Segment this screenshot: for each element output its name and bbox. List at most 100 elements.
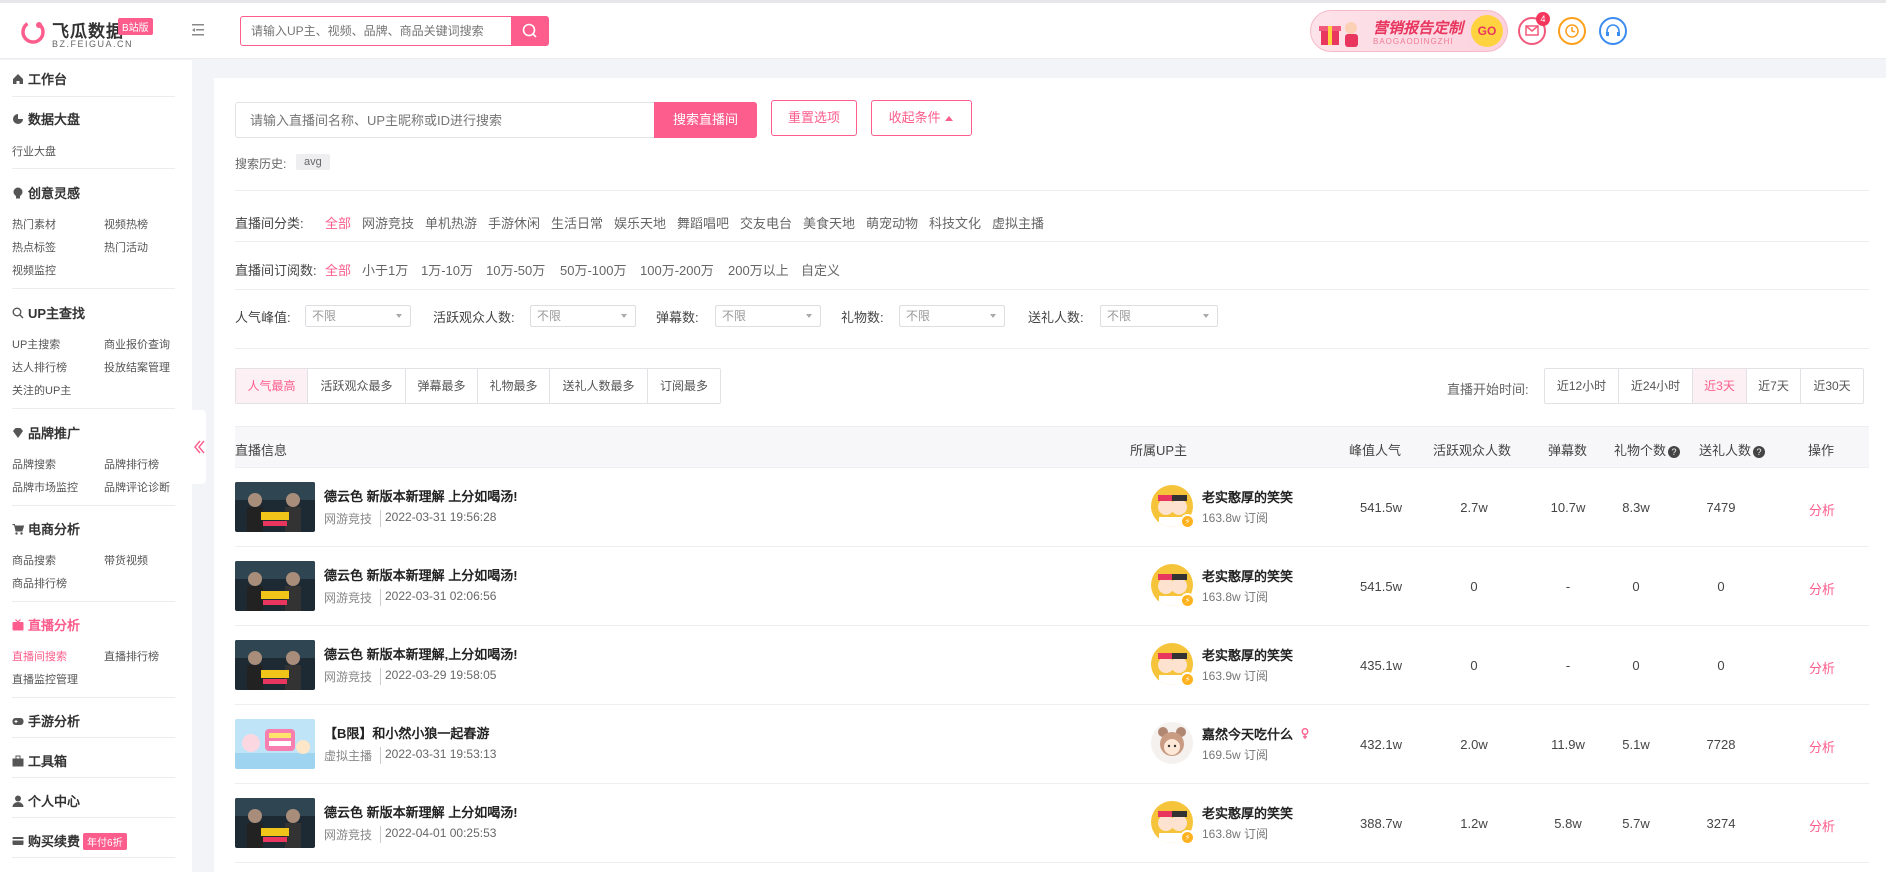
logo[interactable]: 飞瓜数据 B站版 BZ.FEIGUA.CN (16, 15, 156, 51)
sort-tab-gifters[interactable]: 送礼人数最多 (550, 369, 648, 403)
search-live-button[interactable]: 搜索直播间 (654, 102, 757, 138)
sidebar-subitem-brand-monitor[interactable]: 品牌市场监控 (12, 479, 78, 495)
category-option[interactable]: 生活日常 (551, 213, 603, 232)
sidebar-item-up-search[interactable]: UP主查找 (12, 303, 85, 322)
table-row[interactable]: 德云色 新版本新理解 上分如喝汤! 网游竞技 2022-03-31 02:06:… (235, 547, 1869, 626)
category-option[interactable]: 美食天地 (803, 213, 855, 232)
time-tab-30d[interactable]: 近30天 (1801, 369, 1863, 403)
subs-option[interactable]: 200万以上 (728, 260, 789, 279)
sidebar-subitem-brand-search[interactable]: 品牌搜索 (12, 456, 56, 472)
avatar[interactable] (1151, 722, 1193, 764)
banner-go-button[interactable]: GO (1471, 15, 1503, 47)
sidebar-subitem-product-search[interactable]: 商品搜索 (12, 552, 56, 568)
stream-title[interactable]: 【B限】和小然小狼一起春游 (324, 723, 489, 742)
analyze-link[interactable]: 分析 (1809, 816, 1835, 835)
sidebar-item-brand[interactable]: 品牌推广 (12, 423, 80, 442)
subs-option[interactable]: 10万-50万 (486, 260, 545, 279)
up-name[interactable]: 嘉然今天吃什么 (1202, 724, 1309, 743)
sidebar-subitem-price-query[interactable]: 商业报价查询 (104, 336, 170, 352)
table-row[interactable]: 德云色 新版本新理解 上分如喝汤! 网游竞技 2022-03-31 19:56:… (235, 468, 1869, 547)
time-tab-24h[interactable]: 近24小时 (1619, 369, 1693, 403)
column-header[interactable]: 送礼人数? (1699, 440, 1766, 459)
stream-title[interactable]: 德云色 新版本新理解,上分如喝汤! (324, 644, 518, 663)
sidebar-item-workbench[interactable]: 工作台 (12, 69, 67, 88)
category-option[interactable]: 虚拟主播 (992, 213, 1044, 232)
reset-button[interactable]: 重置选项 (771, 100, 857, 136)
category-option[interactable]: 萌宠动物 (866, 213, 918, 232)
analyze-link[interactable]: 分析 (1809, 579, 1835, 598)
up-name[interactable]: 老实憨厚的笑笑 (1202, 487, 1293, 506)
gifts-select[interactable]: 不限 (899, 305, 1005, 327)
sidebar-item-data-dashboard[interactable]: 数据大盘 (12, 109, 80, 128)
sidebar-subitem-campaign-manage[interactable]: 投放结案管理 (104, 359, 170, 375)
stream-title[interactable]: 德云色 新版本新理解 上分如喝汤! (324, 565, 518, 584)
sidebar-subitem-live-rank[interactable]: 直播排行榜 (104, 648, 159, 664)
history-button[interactable] (1558, 17, 1586, 45)
global-search-input[interactable] (240, 16, 512, 46)
sidebar-subitem-brand-rank[interactable]: 品牌排行榜 (104, 456, 159, 472)
danmaku-select[interactable]: 不限 (715, 305, 821, 327)
subs-option[interactable]: 50万-100万 (560, 260, 626, 279)
sidebar-subitem-hot-events[interactable]: 热门活动 (104, 239, 148, 255)
marketing-report-banner[interactable]: 营销报告定制 BAOGAODINGZHI GO (1310, 10, 1508, 52)
table-row[interactable]: 【B限】和小然小狼一起春游 虚拟主播 2022-03-31 19:53:13 嘉… (235, 705, 1869, 784)
column-header[interactable]: 礼物个数? (1614, 440, 1681, 459)
category-option[interactable]: 全部 (325, 213, 351, 232)
column-header[interactable]: 弹幕数 (1548, 440, 1587, 459)
sort-tab-popularity[interactable]: 人气最高 (236, 369, 308, 403)
sidebar-subitem-sales-video[interactable]: 带货视频 (104, 552, 148, 568)
history-chip[interactable]: avg (296, 154, 330, 170)
category-option[interactable]: 科技文化 (929, 213, 981, 232)
sidebar-item-toolbox[interactable]: 工具箱 (12, 751, 67, 770)
stream-thumbnail[interactable] (235, 640, 315, 690)
sort-tab-subs[interactable]: 订阅最多 (648, 369, 720, 403)
stream-thumbnail[interactable] (235, 482, 315, 532)
sidebar-subitem-industry-dashboard[interactable]: 行业大盘 (12, 143, 56, 159)
stream-thumbnail[interactable] (235, 798, 315, 848)
sort-tab-gifts[interactable]: 礼物最多 (478, 369, 550, 403)
up-name[interactable]: 老实憨厚的笑笑 (1202, 803, 1293, 822)
analyze-link[interactable]: 分析 (1809, 658, 1835, 677)
sidebar-subitem-talent-rank[interactable]: 达人排行榜 (12, 359, 67, 375)
subs-option[interactable]: 1万-10万 (421, 260, 473, 279)
sidebar-subitem-brand-comment[interactable]: 品牌评论诊断 (104, 479, 170, 495)
category-option[interactable]: 娱乐天地 (614, 213, 666, 232)
subs-option[interactable]: 小于1万 (362, 260, 408, 279)
table-row[interactable]: 德云色 新版本新理解 上分如喝汤! 网游竞技 2022-04-01 00:25:… (235, 784, 1869, 863)
live-search-input[interactable] (235, 102, 655, 138)
time-tab-12h[interactable]: 近12小时 (1545, 369, 1619, 403)
stream-title[interactable]: 德云色 新版本新理解 上分如喝汤! (324, 486, 518, 505)
sidebar-item-purchase[interactable]: 购买续费 年付6折 (12, 831, 127, 850)
category-option[interactable]: 舞蹈唱吧 (677, 213, 729, 232)
help-icon[interactable]: ? (1668, 446, 1681, 458)
sidebar-item-mobile-game[interactable]: 手游分析 (12, 711, 80, 730)
gifters-select[interactable]: 不限 (1100, 305, 1218, 327)
time-tab-7d[interactable]: 近7天 (1747, 369, 1801, 403)
sidebar-item-ecommerce[interactable]: 电商分析 (12, 519, 80, 538)
column-header[interactable]: 活跃观众人数 (1433, 440, 1511, 459)
collapse-filters-button[interactable]: 收起条件 (871, 100, 972, 136)
sidebar-subitem-video-hot[interactable]: 视频热榜 (104, 216, 148, 232)
subs-option[interactable]: 100万-200万 (640, 260, 714, 279)
sidebar-subitem-followed-up[interactable]: 关注的UP主 (12, 382, 71, 398)
sidebar-subitem-product-rank[interactable]: 商品排行榜 (12, 575, 67, 591)
global-search-button[interactable] (511, 16, 549, 46)
peak-popularity-select[interactable]: 不限 (305, 305, 411, 327)
category-option[interactable]: 手游休闲 (488, 213, 540, 232)
table-row[interactable]: 德云色 新版本新理解,上分如喝汤! 网游竞技 2022-03-29 19:58:… (235, 626, 1869, 705)
category-option[interactable]: 交友电台 (740, 213, 792, 232)
stream-thumbnail[interactable] (235, 719, 315, 769)
analyze-link[interactable]: 分析 (1809, 737, 1835, 756)
category-option[interactable]: 网游竞技 (362, 213, 414, 232)
stream-thumbnail[interactable] (235, 561, 315, 611)
sidebar-subitem-hot-tags[interactable]: 热点标签 (12, 239, 56, 255)
analyze-link[interactable]: 分析 (1809, 500, 1835, 519)
subs-option[interactable]: 全部 (325, 260, 351, 279)
sidebar-item-personal[interactable]: 个人中心 (12, 791, 80, 810)
time-tab-3d[interactable]: 近3天 (1693, 369, 1747, 403)
menu-collapse-icon[interactable] (192, 23, 208, 37)
sidebar-item-live[interactable]: 直播分析 (12, 615, 80, 634)
category-option[interactable]: 单机热游 (425, 213, 477, 232)
sidebar-subitem-live-monitor[interactable]: 直播监控管理 (12, 671, 78, 687)
sidebar-subitem-video-monitor[interactable]: 视频监控 (12, 262, 56, 278)
